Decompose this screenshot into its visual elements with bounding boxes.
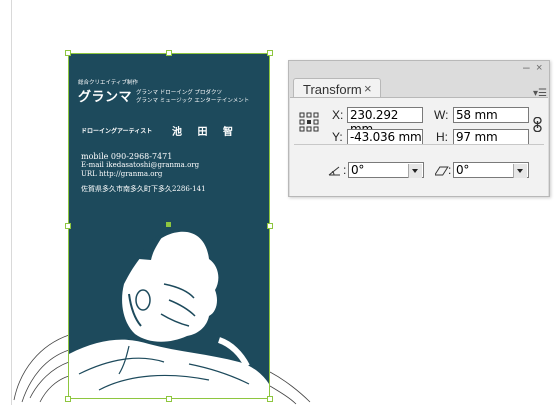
shear-label: :	[448, 163, 452, 177]
rotate-label: :	[343, 163, 347, 177]
resize-handle-top-right[interactable]	[267, 50, 273, 56]
canvas-edge-line	[11, 0, 12, 405]
tab-transform-label: Transform	[303, 82, 362, 97]
minimize-icon[interactable]: –	[523, 60, 530, 74]
resize-handle-top-left[interactable]	[65, 50, 71, 56]
chevron-down-icon[interactable]	[408, 164, 422, 178]
y-label: Y:	[332, 130, 343, 144]
tab-transform[interactable]: Transform ×	[293, 78, 381, 98]
rotate-angle-icon	[328, 166, 340, 176]
x-label: X:	[332, 108, 344, 122]
w-label: W:	[434, 108, 449, 122]
reference-point-icon[interactable]	[299, 112, 319, 132]
width-field[interactable]: 58 mm	[453, 107, 529, 123]
panel-title-bar[interactable]: – ×	[289, 60, 549, 78]
tab-close-icon[interactable]: ×	[364, 81, 372, 96]
h-label: H:	[436, 130, 448, 144]
link-proportions-icon[interactable]	[533, 117, 542, 132]
shear-angle-field[interactable]: 0°	[453, 162, 529, 178]
x-position-field[interactable]: 230.292 mm	[347, 107, 423, 136]
shear-angle-icon	[435, 166, 449, 176]
resize-handle-top-center[interactable]	[166, 50, 172, 56]
panel-body: X: 230.292 mm W: 58 mm Y: -43.036 mm H: …	[290, 97, 548, 196]
resize-handle-bottom-left[interactable]	[65, 396, 71, 402]
chevron-down-icon[interactable]	[513, 164, 527, 178]
shear-angle-value: 0°	[456, 163, 470, 177]
resize-handle-middle-left[interactable]	[65, 223, 71, 229]
y-position-field[interactable]: -43.036 mm	[347, 129, 423, 145]
resize-handle-middle-right[interactable]	[267, 223, 273, 229]
panel-divider	[294, 144, 544, 145]
height-field[interactable]: 97 mm	[453, 129, 529, 145]
transform-panel: – × Transform × ▾☰ X: 230.292 mm W: 58 m…	[288, 60, 550, 197]
rotate-angle-value: 0°	[351, 163, 365, 177]
resize-handle-bottom-center[interactable]	[166, 396, 172, 402]
rotate-angle-field[interactable]: 0°	[348, 162, 424, 178]
selection-center-point	[166, 222, 171, 227]
resize-handle-bottom-right[interactable]	[267, 396, 273, 402]
close-icon[interactable]: ×	[536, 62, 542, 74]
